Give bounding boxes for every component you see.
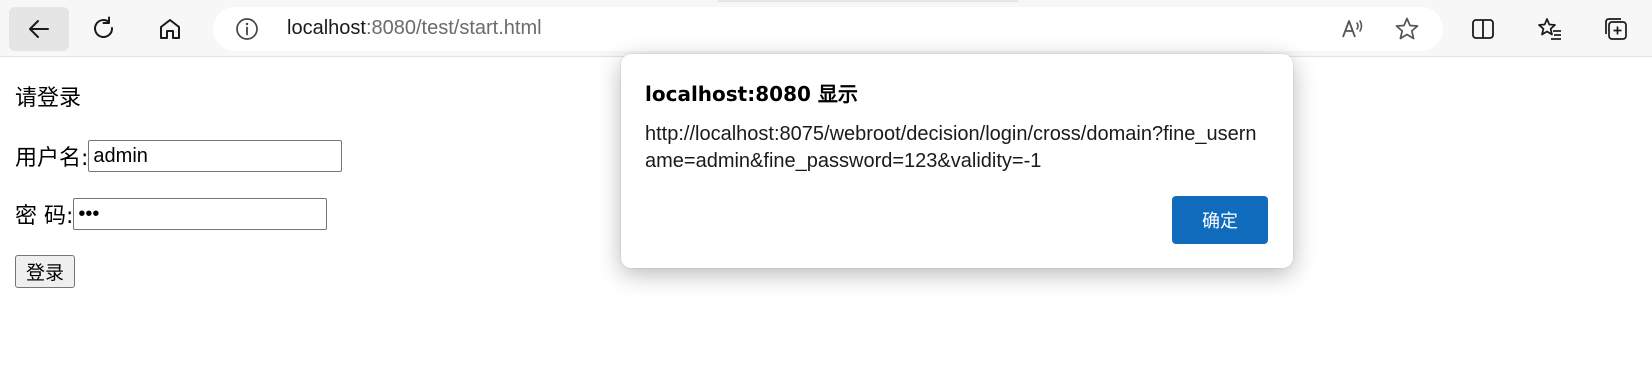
info-icon[interactable] xyxy=(235,17,259,41)
home-button[interactable] xyxy=(140,7,200,51)
split-screen-button[interactable] xyxy=(1453,7,1513,51)
username-row: 用户名: xyxy=(15,140,343,172)
username-input[interactable] xyxy=(88,140,343,172)
dialog-title: localhost:8080 显示 xyxy=(645,82,858,106)
favorites-button[interactable] xyxy=(1520,7,1580,51)
browser-toolbar: localhost:8080/test/start.html xyxy=(0,0,1652,57)
back-arrow-icon xyxy=(29,20,49,38)
home-icon xyxy=(160,19,180,39)
refresh-icon xyxy=(94,16,114,38)
address-bar[interactable]: localhost:8080/test/start.html xyxy=(213,7,1443,51)
url-text[interactable]: localhost:8080/test/start.html xyxy=(287,17,542,40)
back-button[interactable] xyxy=(9,7,69,51)
refresh-button[interactable] xyxy=(74,7,134,51)
read-aloud-icon[interactable] xyxy=(1340,16,1366,42)
dialog-message: http://localhost:8075/webroot/decision/l… xyxy=(645,123,1257,172)
favorites-list-icon xyxy=(1538,18,1561,40)
username-label: 用户名: xyxy=(15,146,89,171)
login-heading: 请登录 xyxy=(15,86,82,111)
collections-icon xyxy=(1605,18,1627,40)
star-icon[interactable] xyxy=(1394,16,1420,42)
alert-dialog: localhost:8080 显示 http://localhost:8075/… xyxy=(621,54,1293,268)
password-row: 密 码: xyxy=(15,198,328,230)
login-button[interactable]: 登录 xyxy=(15,255,76,288)
split-screen-icon xyxy=(1472,19,1494,39)
ok-button[interactable]: 确定 xyxy=(1172,196,1268,244)
collections-button[interactable] xyxy=(1586,7,1646,51)
password-label: 密 码: xyxy=(15,204,74,229)
password-input[interactable] xyxy=(73,198,328,230)
url-host: localhost xyxy=(287,17,366,39)
tab-strip-edge xyxy=(718,0,1018,2)
url-path: :8080/test/start.html xyxy=(365,17,542,39)
